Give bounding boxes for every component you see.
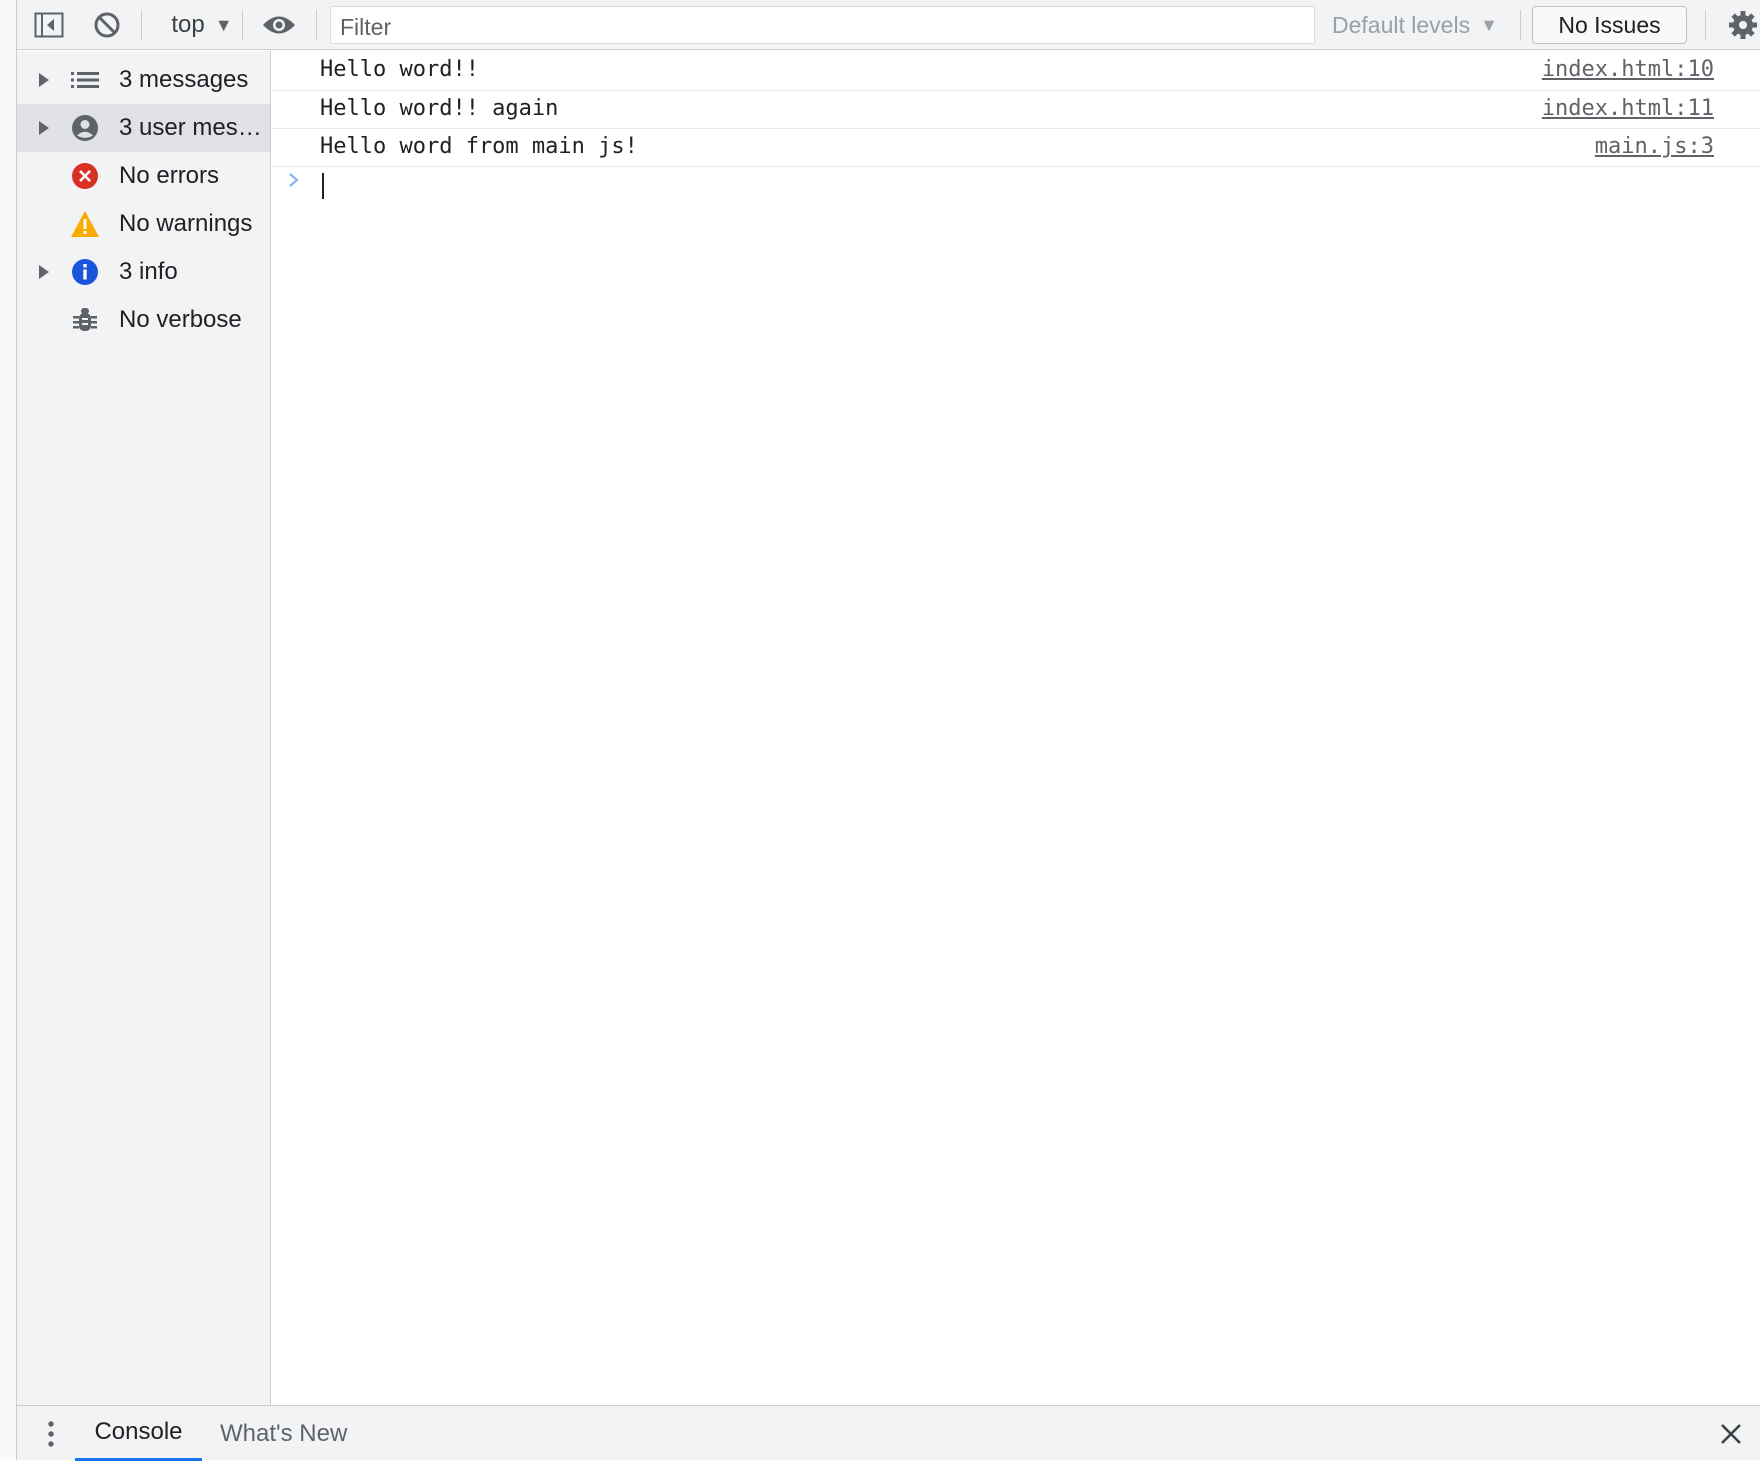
devtools-window: top ▼ Filter Default levels ▼ No Issues	[0, 0, 1760, 1461]
toolbar-divider	[141, 10, 142, 40]
user-icon	[72, 115, 98, 141]
sidebar-item-errors[interactable]: No errors	[17, 152, 270, 200]
gear-icon	[1729, 11, 1757, 39]
filter-input[interactable]: Filter	[330, 6, 1315, 44]
bottom-drawer: Console What's New	[17, 1405, 1760, 1461]
console-prompt-caret[interactable]	[322, 173, 324, 199]
filter-placeholder: Filter	[340, 14, 392, 40]
console-message: Hello word!! again index.html:11	[272, 91, 1760, 129]
dropdown-arrow-icon: ▼	[214, 14, 233, 35]
sidebar-item-label: No verbose	[119, 306, 242, 333]
bug-icon	[73, 308, 97, 331]
close-drawer-button[interactable]	[1715, 1406, 1747, 1461]
live-expression-button[interactable]	[259, 0, 299, 50]
close-icon	[1721, 1423, 1741, 1444]
context-selector[interactable]: top ▼	[157, 0, 247, 50]
sidebar-item-info[interactable]: 3 info	[17, 248, 270, 296]
more-vertical-icon	[48, 1420, 54, 1447]
prompt-chevron-icon	[289, 173, 299, 187]
sidebar-item-verbose[interactable]: No verbose	[17, 296, 270, 344]
message-text: Hello word from main js!	[320, 134, 638, 159]
message-text: Hello word!!	[320, 57, 479, 82]
console-settings-button[interactable]	[1725, 0, 1760, 50]
toolbar-divider	[242, 10, 243, 40]
log-levels-dropdown[interactable]: Default levels ▼	[1332, 0, 1498, 50]
toolbar-divider	[1520, 10, 1521, 40]
left-edge-panel	[0, 0, 17, 1460]
dropdown-arrow-icon: ▼	[1480, 14, 1498, 35]
console-output[interactable]: Hello word!! index.html:10 Hello word!! …	[272, 51, 1760, 1405]
tab-label: Console	[94, 1418, 183, 1445]
eye-icon	[263, 16, 295, 34]
console-toolbar: top ▼ Filter Default levels ▼ No Issues	[17, 0, 1760, 50]
message-text: Hello word!! again	[320, 96, 559, 121]
console-message: Hello word from main js! main.js:3	[272, 129, 1760, 167]
tab-label: What's New	[220, 1419, 348, 1447]
sidebar-item-label: 3 user mes…	[119, 114, 262, 141]
toolbar-divider	[1705, 10, 1706, 40]
expand-arrow-icon[interactable]	[39, 265, 49, 279]
sidebar-item-messages[interactable]: 3 messages	[17, 56, 270, 104]
sidebar-item-label: No warnings	[119, 210, 253, 237]
sidebar-item-label: No errors	[119, 162, 220, 189]
sidebar-item-label: 3 messages	[119, 66, 249, 93]
levels-label: Default levels	[1332, 11, 1471, 38]
tab-whats-new[interactable]: What's New	[220, 1406, 347, 1461]
sidebar-item-warnings[interactable]: No warnings	[17, 200, 270, 248]
error-icon	[72, 163, 98, 189]
context-label: top	[171, 11, 205, 38]
sidebar-item-label: 3 info	[119, 258, 178, 285]
expand-arrow-icon[interactable]	[39, 73, 49, 87]
sidebar-item-user-messages[interactable]: 3 user mes…	[17, 104, 270, 152]
message-source-link[interactable]: main.js:3	[1595, 134, 1714, 159]
expand-arrow-icon[interactable]	[39, 121, 49, 135]
drawer-menu-button[interactable]	[39, 1406, 63, 1461]
toolbar-divider	[316, 10, 317, 40]
message-source-link[interactable]: index.html:11	[1542, 96, 1714, 121]
issues-label: No Issues	[1558, 11, 1661, 38]
sidebar-toggle-icon	[34, 12, 64, 38]
info-icon	[72, 259, 98, 285]
issues-button[interactable]: No Issues	[1532, 6, 1687, 44]
warning-icon	[71, 211, 99, 237]
tab-console[interactable]: Console	[75, 1406, 202, 1461]
console-message: Hello word!! index.html:10	[272, 51, 1760, 91]
message-source-link[interactable]: index.html:10	[1542, 57, 1714, 82]
console-sidebar: 3 messages 3 user mes… No errors No warn…	[17, 51, 271, 1405]
clear-icon	[94, 12, 120, 38]
clear-console-button[interactable]	[89, 0, 125, 50]
toggle-sidebar-button[interactable]	[31, 0, 67, 50]
list-icon	[71, 72, 99, 88]
